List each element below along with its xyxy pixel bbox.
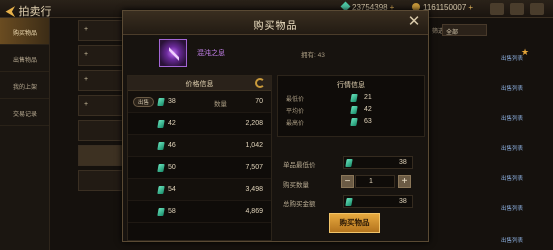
- avg-price-label: 平均价: [286, 109, 305, 115]
- category-item[interactable]: +: [78, 20, 128, 41]
- min-price-value: 21: [364, 94, 372, 101]
- stall-list-link[interactable]: 出售列表: [501, 236, 523, 244]
- price-row[interactable]: 出售 38 数量 70: [128, 91, 271, 113]
- dialog-title: 购买物品: [253, 21, 298, 32]
- category-item[interactable]: [78, 145, 128, 166]
- gem-icon: [157, 120, 165, 128]
- price-row[interactable]: 46 1,042: [128, 135, 271, 157]
- owned-value: 43: [317, 52, 325, 59]
- category-item[interactable]: [78, 120, 128, 141]
- purchase-qty-label: 购买数量: [283, 182, 309, 189]
- purchase-dialog: 购买物品 ✕ 混沌之息 拥有: 43 价格信息 出售 38 数量 70 42 2,208 4…: [122, 10, 429, 242]
- back-arrow-icon: ⮜: [6, 4, 15, 18]
- stall-list-link[interactable]: 出售列表: [501, 204, 523, 212]
- qty-value: 4,869: [245, 208, 263, 215]
- gem-icon: [157, 164, 165, 172]
- price-value: 46: [168, 142, 176, 149]
- chaos-breath-icon: [169, 47, 179, 61]
- stall-list-link[interactable]: 出售列表: [501, 174, 523, 182]
- sidebar: 购买物品 出售物品 我的上架 交易记录: [0, 18, 50, 250]
- price-info-title: 价格信息: [185, 81, 214, 88]
- price-row[interactable]: 50 7,507: [128, 157, 271, 179]
- stall-list-link[interactable]: 出售列表: [501, 114, 523, 122]
- price-value: 38: [168, 98, 176, 105]
- back-label: 拍卖行: [18, 6, 52, 18]
- coin-amount: 1161150007: [423, 3, 467, 12]
- sidebar-item-buy[interactable]: 购买物品: [0, 18, 49, 45]
- unit-min-price-label: 单品最低价: [283, 162, 316, 169]
- avg-price-value: 42: [364, 106, 372, 113]
- total-cost-value: 38: [399, 198, 407, 205]
- stall-list-link[interactable]: 出售列表: [501, 144, 523, 152]
- sidebar-item-history[interactable]: 交易记录: [0, 99, 49, 126]
- purchase-qty-input[interactable]: [355, 175, 395, 188]
- price-row[interactable]: 42 2,208: [128, 113, 271, 135]
- price-value: 42: [168, 120, 176, 127]
- max-price-label: 最高价: [286, 121, 305, 127]
- purchase-qty-value: 1: [369, 178, 373, 185]
- category-item[interactable]: +: [78, 95, 128, 116]
- stall-list-link[interactable]: 出售列表: [501, 54, 523, 62]
- gem-icon: [157, 98, 165, 106]
- increase-qty-button[interactable]: +: [398, 175, 411, 188]
- sidebar-item-sell[interactable]: 出售物品: [0, 45, 49, 72]
- qty-value: 70: [255, 98, 263, 105]
- item-name: 混沌之息: [197, 50, 225, 57]
- gem-icon: [350, 94, 358, 102]
- total-cost-label: 总购买金额: [283, 201, 316, 208]
- price-value: 50: [168, 164, 176, 171]
- dialog-header: 购买物品 ✕: [123, 11, 428, 35]
- price-info-panel: 价格信息 出售 38 数量 70 42 2,208 46 1,042 50 7,507 54 3,49…: [127, 75, 272, 241]
- refresh-icon[interactable]: [255, 78, 265, 88]
- max-price-value: 63: [364, 118, 372, 125]
- category-item[interactable]: [78, 170, 128, 191]
- buy-button[interactable]: 购买物品: [329, 213, 380, 233]
- gem-icon: [350, 106, 358, 114]
- stall-list-link[interactable]: 出售列表: [501, 84, 523, 92]
- gem-icon: [157, 142, 165, 150]
- market-info-panel: 行情信息 最低价 21 平均价 42 最高价 63: [277, 75, 425, 137]
- price-row[interactable]: 54 3,498: [128, 179, 271, 201]
- item-icon: [159, 39, 187, 67]
- price-value: 54: [168, 186, 176, 193]
- price-info-header: 价格信息: [128, 76, 271, 91]
- close-icon[interactable]: ✕: [406, 14, 422, 30]
- qty-label: 数量: [214, 101, 227, 108]
- coin-add-icon[interactable]: +: [468, 3, 473, 12]
- price-row[interactable]: 58 4,869: [128, 201, 271, 223]
- back-button[interactable]: ⮜ 拍卖行: [6, 3, 52, 19]
- category-item[interactable]: +: [78, 70, 128, 91]
- filter-dropdown[interactable]: 全部: [442, 24, 487, 36]
- price-value: 58: [168, 208, 176, 215]
- unit-min-price-value: 38: [399, 159, 407, 166]
- menu-icon[interactable]: [530, 3, 544, 15]
- owned-count: 拥有: 43: [301, 49, 325, 59]
- sidebar-item-listings[interactable]: 我的上架: [0, 72, 49, 99]
- settings-icon[interactable]: [510, 3, 524, 15]
- qty-value: 2,208: [245, 120, 263, 127]
- category-item[interactable]: +: [78, 45, 128, 66]
- owned-label: 拥有:: [301, 52, 316, 59]
- gem-icon: [350, 118, 358, 126]
- onsale-tag: 出售: [133, 97, 155, 107]
- min-price-label: 最低价: [286, 97, 305, 103]
- qty-value: 7,507: [245, 164, 263, 171]
- qty-value: 3,498: [245, 186, 263, 193]
- qty-value: 1,042: [245, 142, 263, 149]
- decrease-qty-button[interactable]: −: [341, 175, 354, 188]
- market-info-title: 行情信息: [337, 82, 365, 89]
- mail-icon[interactable]: [490, 3, 504, 15]
- gem-icon: [157, 208, 165, 216]
- category-column: + + + +: [78, 20, 128, 195]
- gem-icon: [157, 186, 165, 194]
